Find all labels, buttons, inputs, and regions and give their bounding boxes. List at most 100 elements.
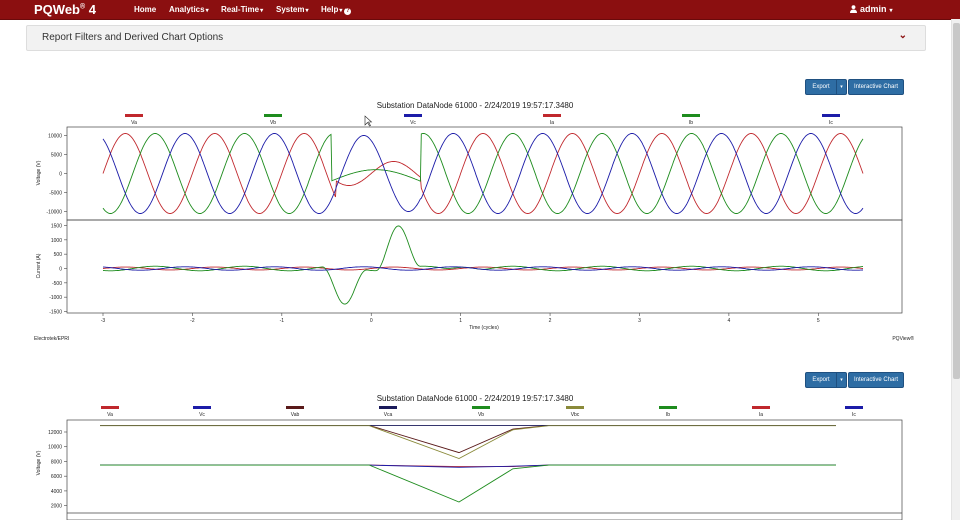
legend-label-vb: Vb <box>478 412 484 418</box>
legend-swatch-va[interactable] <box>125 114 143 117</box>
legend-label-ib: Ib <box>689 120 693 126</box>
current-tick-label: -1000 <box>49 295 62 301</box>
legend-label-ib: Ib <box>666 412 670 418</box>
report-filters-title: Report Filters and Derived Chart Options <box>42 32 224 43</box>
rms-y-axis: 12000 10000 8000 6000 4000 2000 <box>48 430 67 510</box>
voltage-tick-label: 10000 <box>48 133 62 139</box>
chart1-interactive-chart-button[interactable]: Interactive Chart <box>848 79 904 95</box>
legend-swatch-va[interactable] <box>101 406 119 409</box>
current-series <box>102 225 864 305</box>
legend-swatch-ic[interactable] <box>845 406 863 409</box>
time-tick-label: 4 <box>727 318 730 324</box>
chevron-down-icon[interactable]: ⌄ <box>899 30 907 41</box>
time-tick-label: 5 <box>817 318 820 324</box>
rms-y-axis-label: Voltage (V) <box>36 450 42 475</box>
brand-logo[interactable]: PQWeb® 4 <box>34 2 96 17</box>
current-tick-label: -500 <box>52 281 62 287</box>
time-x-axis-label: Time (cycles) <box>469 325 499 331</box>
legend-swatch-vbc[interactable] <box>566 406 584 409</box>
legend-swatch-vc[interactable] <box>193 406 211 409</box>
legend-swatch-ia[interactable] <box>543 114 561 117</box>
rms-tick-label: 12000 <box>48 430 62 436</box>
legend-label-ic: Ic <box>829 120 833 126</box>
chart1-footer-right: PQView® <box>892 335 914 342</box>
page-scrollbar[interactable] <box>951 19 960 520</box>
voltage-y-axis-label: Voltage (V) <box>36 160 42 185</box>
legend-swatch-ic[interactable] <box>822 114 840 117</box>
legend-swatch-ib[interactable] <box>682 114 700 117</box>
caret-down-icon: ▾ <box>305 8 309 14</box>
time-tick-label: 1 <box>459 318 462 324</box>
legend-label-vb: Vb <box>270 120 276 126</box>
legend-swatch-vab[interactable] <box>286 406 304 409</box>
rms-tick-label: 2000 <box>51 504 62 510</box>
caret-down-icon: ▾ <box>889 8 893 14</box>
current-tick-label: 500 <box>54 252 63 258</box>
nav-system[interactable]: System▾ <box>276 5 308 14</box>
legend-label-va: Va <box>131 120 137 126</box>
series-line-vab <box>100 424 836 454</box>
time-tick-label: -2 <box>190 318 195 324</box>
waveform-chart: Substation DataNode 61000 - 2/24/2019 19… <box>34 101 914 342</box>
chart1-export-button[interactable]: Export <box>805 79 837 95</box>
current-y-axis-label: Current (A) <box>36 253 42 278</box>
chart1-export-caret-icon[interactable]: ▾ <box>836 79 847 95</box>
rms-tick-label: 8000 <box>51 459 62 465</box>
series-line-vb <box>100 464 836 503</box>
chart2-export-caret-icon[interactable]: ▾ <box>836 372 847 388</box>
nav-real-time[interactable]: Real-Time▾ <box>221 5 263 14</box>
current-tick-label: 0 <box>59 267 62 273</box>
chart2-legend: Va Vc Vab Vca Vb Vbc Ib Ia Ic <box>101 406 863 418</box>
rms-tick-label: 4000 <box>51 489 62 495</box>
nav-analytics[interactable]: Analytics▾ <box>169 5 209 14</box>
rms-tick-label: 6000 <box>51 474 62 480</box>
nav-analytics-label: Analytics <box>169 5 205 14</box>
legend-swatch-vb[interactable] <box>472 406 490 409</box>
question-circle-icon: ? <box>344 8 352 15</box>
user-menu[interactable]: admin ▾ <box>850 4 893 14</box>
series-line-va <box>102 133 864 214</box>
chart1-title: Substation DataNode 61000 - 2/24/2019 19… <box>377 101 574 110</box>
legend-label-vca: Vca <box>384 412 393 418</box>
nav-help[interactable]: Help▾? <box>321 5 352 15</box>
legend-swatch-vca[interactable] <box>379 406 397 409</box>
chart1-footer-left: Electrotek/EPRI <box>34 336 69 342</box>
legend-label-vc: Vc <box>199 412 205 418</box>
legend-label-vab: Vab <box>291 412 300 418</box>
voltage-tick-label: -10000 <box>46 210 62 216</box>
time-tick-label: 3 <box>638 318 641 324</box>
series-line-ib <box>102 225 864 305</box>
nav-help-label: Help <box>321 5 339 14</box>
user-name: admin <box>860 4 887 14</box>
top-navbar: PQWeb® 4 Home Analytics▾ Real-Time▾ Syst… <box>0 0 960 20</box>
time-x-axis: -3 -2 -1 0 1 2 3 4 5 <box>101 313 820 324</box>
nav-home-label: Home <box>134 5 157 14</box>
report-filters-panel[interactable]: Report Filters and Derived Chart Options… <box>26 25 926 51</box>
legend-swatch-ia[interactable] <box>752 406 770 409</box>
chart1-legend: Va Vb Vc Ia Ib Ic <box>125 114 840 126</box>
current-tick-label: -1500 <box>49 310 62 316</box>
nav-system-label: System <box>276 5 305 14</box>
legend-swatch-ib[interactable] <box>659 406 677 409</box>
caret-down-icon: ▾ <box>339 8 343 14</box>
voltage-y-axis: 10000 5000 0 -5000 -10000 <box>46 133 67 216</box>
scrollbar-thumb[interactable] <box>953 23 960 379</box>
chart2-title: Substation DataNode 61000 - 2/24/2019 19… <box>377 394 574 403</box>
voltage-tick-label: 5000 <box>51 152 62 158</box>
legend-label-vc: Vc <box>410 120 416 126</box>
time-tick-label: 2 <box>549 318 552 324</box>
brand-registered-mark: ® <box>80 3 86 11</box>
voltage-tick-label: 0 <box>59 172 62 178</box>
current-tick-label: 1000 <box>51 238 62 244</box>
current-y-axis: 1500 1000 500 0 -500 -1000 -1500 <box>49 224 67 316</box>
rms-series <box>100 424 836 503</box>
user-icon <box>850 5 857 13</box>
nav-home[interactable]: Home <box>134 5 156 14</box>
rms-plot-frame <box>66 419 903 520</box>
voltage-tick-label: -5000 <box>49 191 62 197</box>
chart2-interactive-chart-button[interactable]: Interactive Chart <box>848 372 904 388</box>
legend-swatch-vb[interactable] <box>264 114 282 117</box>
time-tick-label: -1 <box>280 318 285 324</box>
legend-swatch-vc[interactable] <box>404 114 422 117</box>
chart2-export-button[interactable]: Export <box>805 372 837 388</box>
